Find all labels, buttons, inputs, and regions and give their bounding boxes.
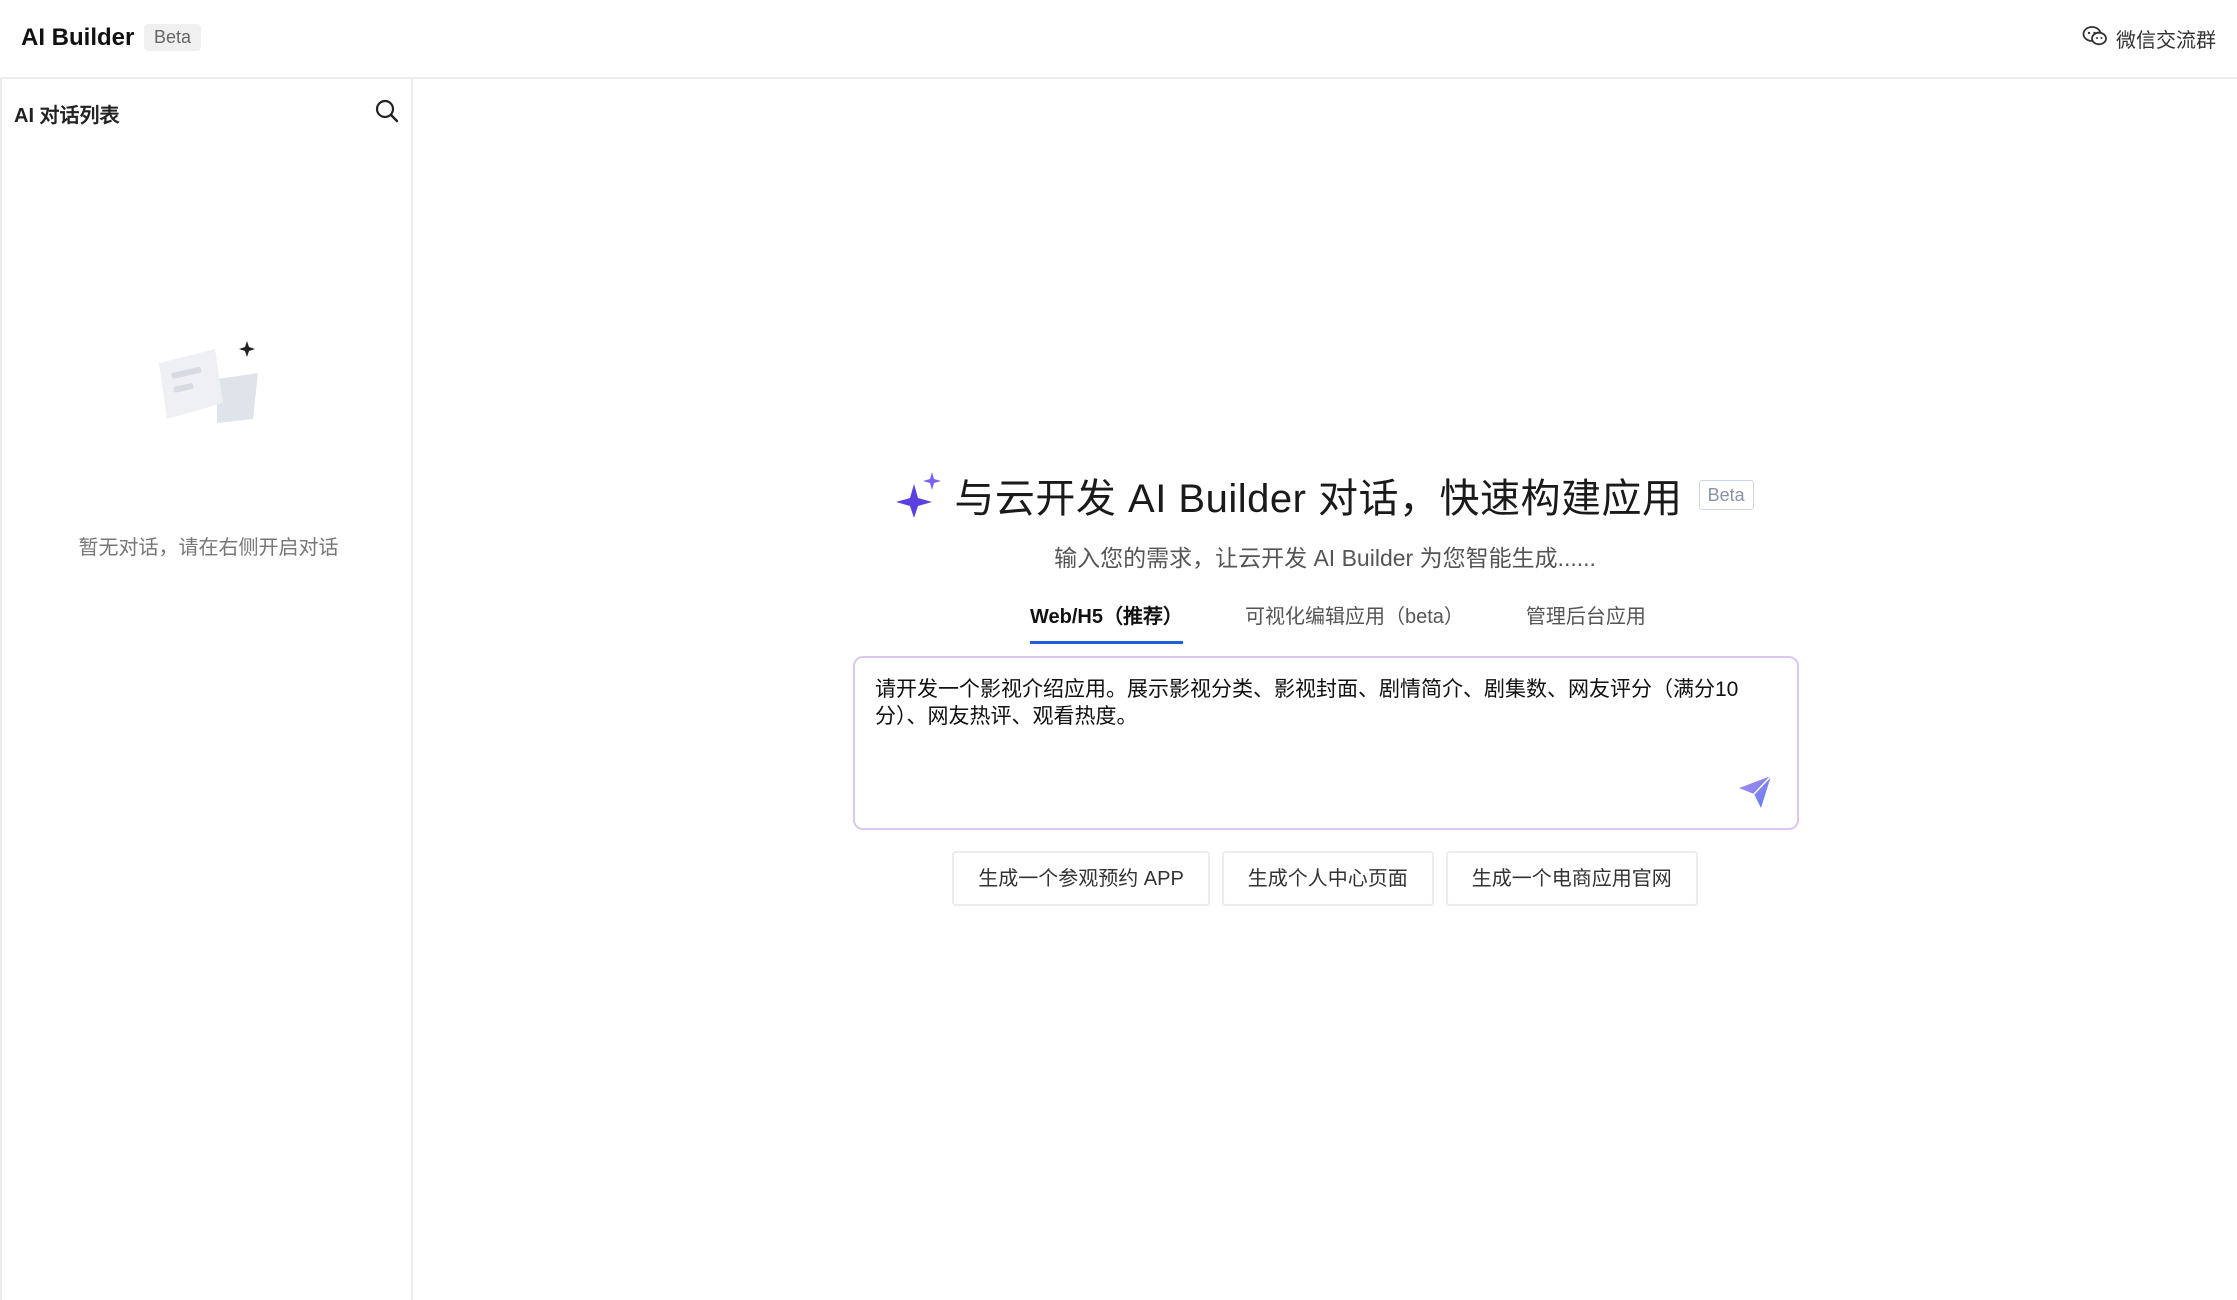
wechat-icon [2082, 25, 2108, 53]
send-icon [1739, 775, 1772, 808]
suggestion-chip[interactable]: 生成一个电商应用官网 [1445, 851, 1698, 906]
suggestion-list: 生成一个参观预约 APP 生成个人中心页面 生成一个电商应用官网 [413, 851, 2237, 906]
sidebar-title: AI 对话列表 [14, 105, 120, 127]
tab-web-h5[interactable]: Web/H5（推荐） [1030, 600, 1183, 644]
top-bar: AI Builder Beta 微信交流群 [0, 0, 2237, 79]
wechat-label: 微信交流群 [2116, 30, 2216, 52]
prompt-input[interactable]: 请开发一个影视介绍应用。展示影视分类、影视封面、剧情简介、剧集数、网友评分（满分… [875, 676, 1755, 776]
main-panel: 与云开发 AI Builder 对话，快速构建应用 Beta 输入您的需求，让云… [413, 79, 2237, 1300]
tab-visual-editor[interactable]: 可视化编辑应用（beta） [1245, 600, 1464, 644]
empty-conversation-illustration [157, 341, 262, 431]
app-type-tabs: Web/H5（推荐） 可视化编辑应用（beta） 管理后台应用 [1030, 600, 1646, 644]
tab-admin-app[interactable]: 管理后台应用 [1526, 600, 1646, 644]
hero-heading: 与云开发 AI Builder 对话，快速构建应用 Beta [413, 466, 2237, 524]
page-title: 与云开发 AI Builder 对话，快速构建应用 [954, 477, 1683, 521]
sidebar: AI 对话列表 暂无对话，请在右侧开启对话 [0, 79, 413, 1300]
suggestion-chip[interactable]: 生成一个参观预约 APP [952, 851, 1210, 906]
page-subtitle: 输入您的需求，让云开发 AI Builder 为您智能生成...... [1054, 545, 1596, 571]
prompt-box: 请开发一个影视介绍应用。展示影视分类、影视封面、剧情简介、剧集数、网友评分（满分… [853, 656, 1799, 830]
send-button[interactable] [1737, 774, 1773, 810]
wechat-group-link[interactable]: 微信交流群 [2082, 24, 2216, 53]
brand-title: AI Builder [21, 24, 135, 51]
sparkle-icon [896, 472, 942, 518]
title-beta-badge: Beta [1698, 480, 1754, 510]
search-icon[interactable] [373, 97, 401, 125]
empty-state-text: 暂无对话，请在右侧开启对话 [78, 537, 339, 559]
beta-badge: Beta [144, 24, 202, 51]
suggestion-chip[interactable]: 生成个人中心页面 [1221, 851, 1434, 906]
